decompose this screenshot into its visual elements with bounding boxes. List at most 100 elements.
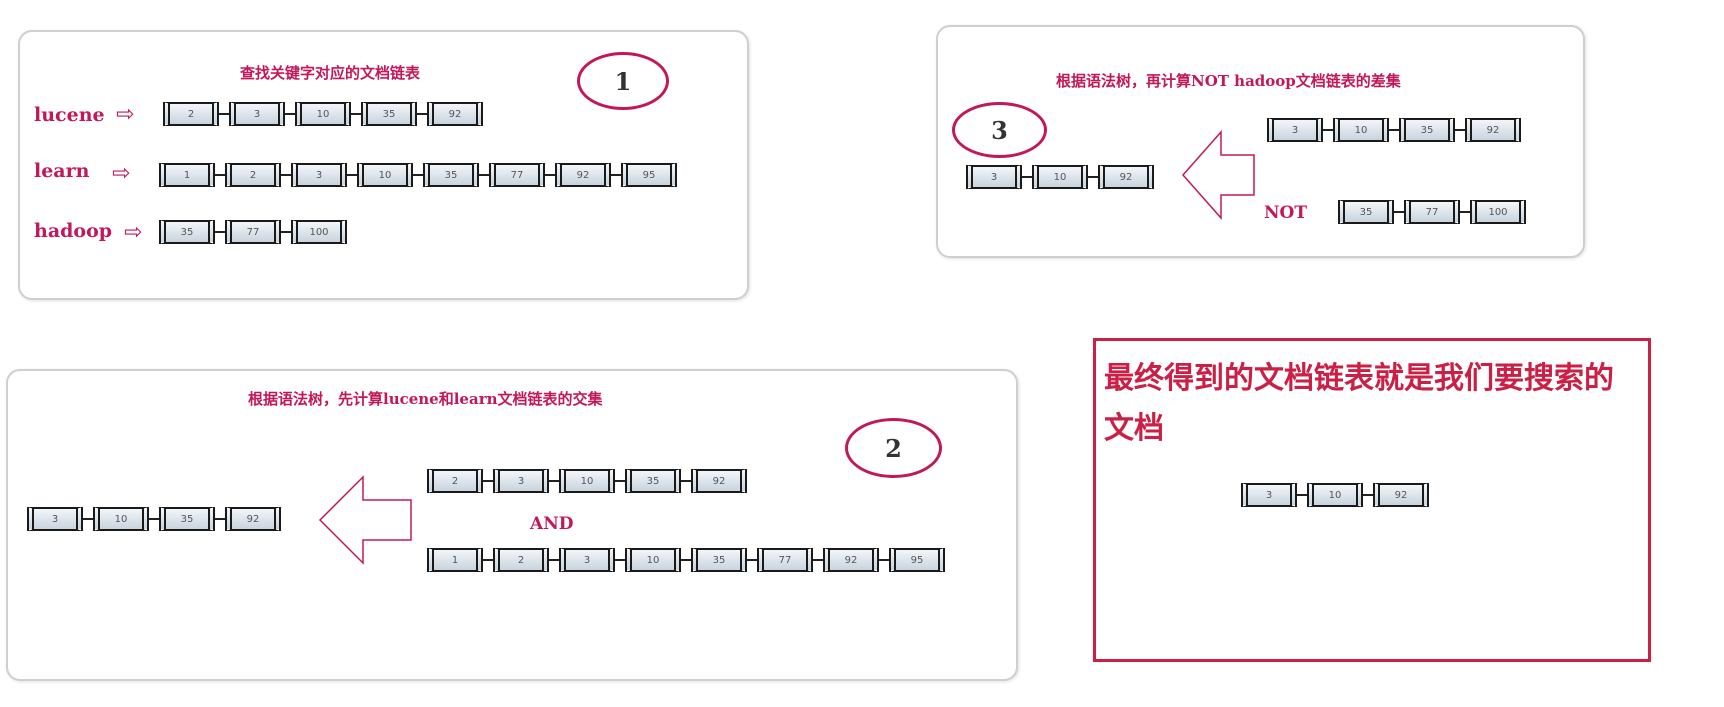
doc-list-hadoop: 35 77 100	[159, 220, 347, 244]
doc-node: 10	[1333, 118, 1389, 142]
operator-not: NOT	[1264, 203, 1307, 223]
list-link	[1323, 129, 1333, 131]
list-link	[413, 174, 423, 176]
doc-node: 10	[93, 507, 149, 531]
list-link	[149, 518, 159, 520]
doc-list-final: 3 10 92	[1241, 483, 1429, 507]
step-2-badge: 2	[845, 418, 942, 478]
term-label-lucene: lucene	[34, 104, 105, 126]
list-link	[215, 174, 225, 176]
list-link	[215, 231, 225, 233]
list-link	[219, 113, 229, 115]
doc-list-step2-result: 3 10 35 92	[27, 507, 281, 531]
doc-node: 10	[625, 548, 681, 572]
doc-node: 3	[291, 163, 347, 187]
doc-node: 100	[291, 220, 347, 244]
doc-node: 100	[1470, 200, 1526, 224]
operator-and: AND	[530, 514, 574, 534]
doc-node: 3	[493, 469, 549, 493]
doc-node: 3	[1267, 118, 1323, 142]
doc-node: 92	[1098, 165, 1154, 189]
doc-list-step3-input-a: 3 10 35 92	[1267, 118, 1521, 142]
list-link	[611, 174, 621, 176]
doc-list-step3-result: 3 10 92	[966, 165, 1154, 189]
list-link	[1455, 129, 1465, 131]
doc-node: 2	[427, 469, 483, 493]
panel-step-3-title: 根据语法树，再计算NOT hadoop文档链表的差集	[1056, 72, 1401, 90]
list-link	[1088, 176, 1098, 178]
doc-node: 3	[27, 507, 83, 531]
final-result-text: 最终得到的文档链表就是我们要搜索的文档	[1104, 361, 1614, 446]
list-link	[281, 174, 291, 176]
arrow-icon: ⇨	[124, 220, 143, 245]
doc-node: 10	[1032, 165, 1088, 189]
list-link	[347, 174, 357, 176]
doc-node: 92	[427, 102, 483, 126]
arrow-icon: ⇨	[116, 102, 135, 127]
list-link	[483, 559, 493, 561]
list-link	[281, 231, 291, 233]
list-link	[1389, 129, 1399, 131]
list-link	[879, 559, 889, 561]
list-link	[83, 518, 93, 520]
term-label-learn: learn	[34, 160, 90, 182]
doc-list-step2-input-b: 1 2 3 10 35 77 92 95	[427, 548, 945, 572]
doc-node: 95	[889, 548, 945, 572]
doc-node: 35	[1399, 118, 1455, 142]
doc-list-lucene: 2 3 10 35 92	[163, 102, 483, 126]
doc-node: 3	[559, 548, 615, 572]
list-link	[681, 559, 691, 561]
list-link	[417, 113, 427, 115]
step-3-badge: 3	[952, 102, 1047, 158]
doc-node: 92	[555, 163, 611, 187]
list-link	[1460, 211, 1470, 213]
panel-step-2-title: 根据语法树，先计算lucene和learn文档链表的交集	[248, 390, 603, 408]
list-link	[483, 480, 493, 482]
doc-node: 2	[493, 548, 549, 572]
list-link	[747, 559, 757, 561]
doc-node: 35	[159, 507, 215, 531]
list-link	[1363, 494, 1373, 496]
list-link	[549, 480, 559, 482]
list-link	[549, 559, 559, 561]
doc-node: 95	[621, 163, 677, 187]
doc-list-learn: 1 2 3 10 35 77 92 95	[159, 163, 677, 187]
arrow-icon: ⇨	[112, 161, 131, 186]
doc-node: 77	[757, 548, 813, 572]
list-link	[1394, 211, 1404, 213]
result-arrow-icon	[1181, 130, 1255, 220]
doc-node: 35	[1338, 200, 1394, 224]
list-link	[615, 559, 625, 561]
doc-node: 92	[225, 507, 281, 531]
doc-node: 10	[295, 102, 351, 126]
doc-node: 92	[823, 548, 879, 572]
doc-node: 77	[225, 220, 281, 244]
doc-node: 35	[361, 102, 417, 126]
doc-node: 77	[1404, 200, 1460, 224]
list-link	[215, 518, 225, 520]
doc-node: 10	[357, 163, 413, 187]
doc-node: 2	[163, 102, 219, 126]
list-link	[615, 480, 625, 482]
doc-node: 3	[966, 165, 1022, 189]
doc-node: 2	[225, 163, 281, 187]
doc-node: 92	[1373, 483, 1429, 507]
list-link	[1022, 176, 1032, 178]
list-link	[813, 559, 823, 561]
list-link	[1297, 494, 1307, 496]
doc-node: 77	[489, 163, 545, 187]
doc-node: 35	[159, 220, 215, 244]
panel-step-1-title: 查找关键字对应的文档链表	[240, 64, 421, 82]
doc-node: 92	[1465, 118, 1521, 142]
doc-node: 1	[427, 548, 483, 572]
doc-list-step2-input-a: 2 3 10 35 92	[427, 469, 747, 493]
doc-node: 35	[423, 163, 479, 187]
result-arrow-icon	[318, 475, 412, 565]
step-1-badge: 1	[577, 52, 669, 110]
doc-node: 35	[625, 469, 681, 493]
doc-node: 35	[691, 548, 747, 572]
term-label-hadoop: hadoop	[34, 220, 113, 242]
list-link	[285, 113, 295, 115]
doc-node: 10	[559, 469, 615, 493]
doc-node: 1	[159, 163, 215, 187]
